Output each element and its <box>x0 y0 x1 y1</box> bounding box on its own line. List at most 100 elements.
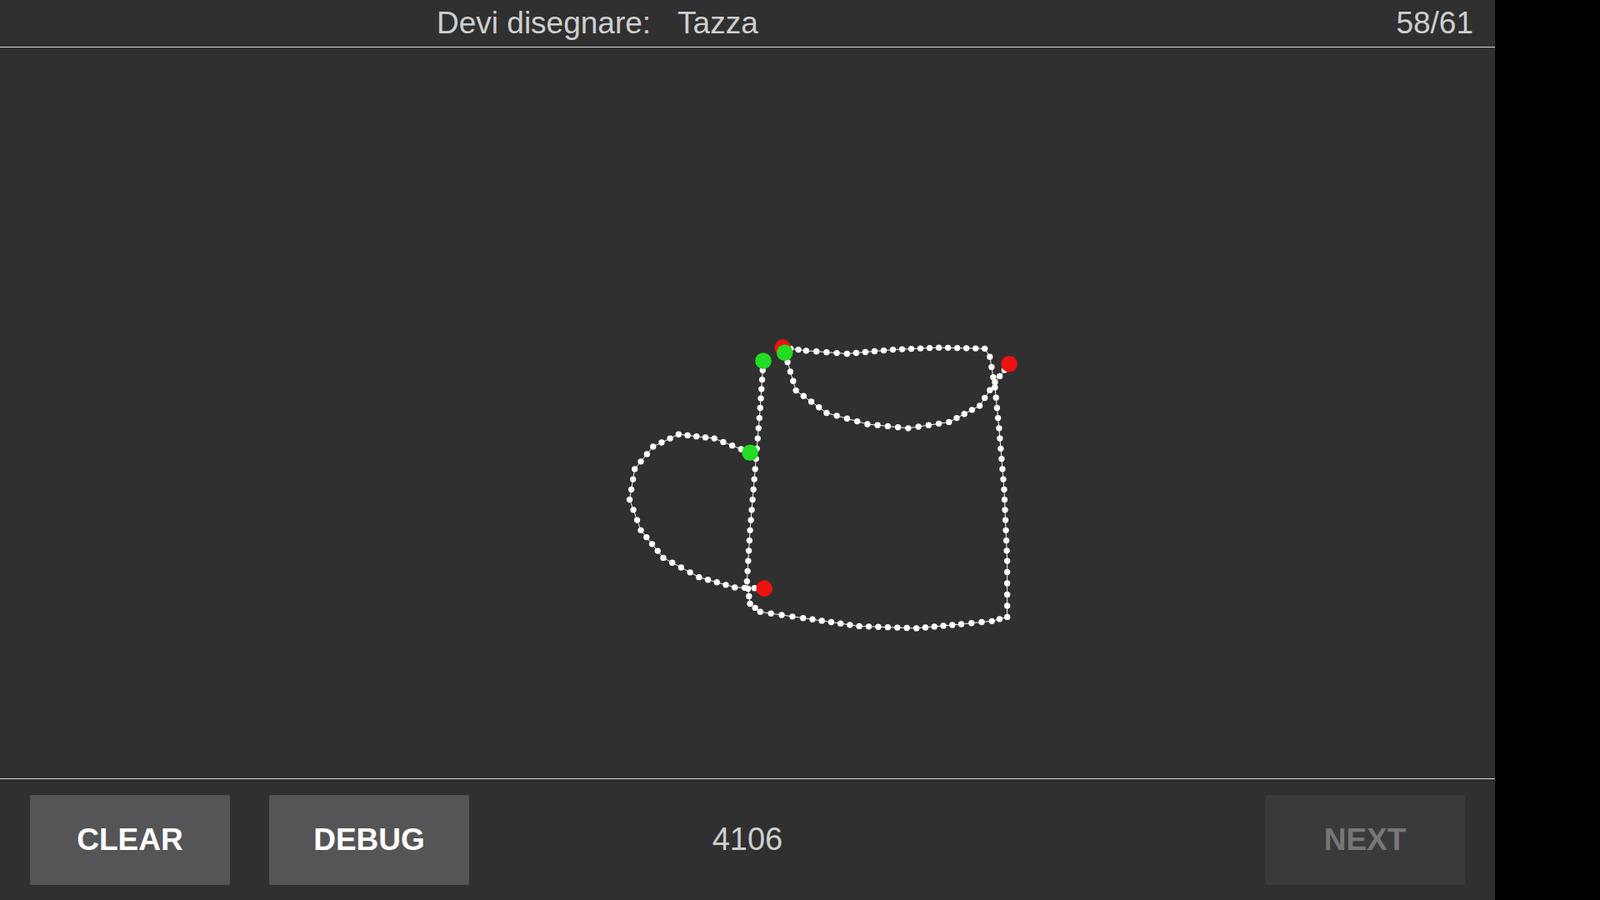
footer-buttons: CLEAR DEBUG <box>30 795 713 885</box>
stroke-dot <box>945 345 951 351</box>
stroke-dot <box>752 605 759 611</box>
stroke-dot <box>996 615 1003 622</box>
stroke-dot <box>809 616 815 623</box>
stroke-dot <box>833 350 840 356</box>
stroke-dot <box>759 376 765 383</box>
stroke-dot <box>844 415 850 422</box>
stroke-dot <box>789 613 795 620</box>
stroke-dot <box>1004 614 1010 620</box>
stroke-dot <box>800 393 807 400</box>
stroke-dot <box>630 506 636 513</box>
stroke-dot <box>705 576 711 583</box>
stroke-dot <box>660 555 666 561</box>
stroke-dot <box>986 353 993 360</box>
drawing <box>0 47 1495 779</box>
stroke-dot <box>746 537 753 544</box>
stroke-dot <box>953 415 960 421</box>
stroke-dot <box>844 350 850 357</box>
stroke-dot <box>675 431 682 438</box>
stroke-dot <box>748 506 755 513</box>
next-button[interactable]: NEXT <box>1265 795 1465 885</box>
stroke-dot <box>954 345 960 351</box>
stroke-dot <box>885 423 891 430</box>
stroke-dot <box>995 415 1001 421</box>
stroke-dot <box>757 395 764 401</box>
stroke-dot <box>855 623 862 630</box>
stroke-dot <box>684 432 690 439</box>
stroke-dot <box>995 425 1002 431</box>
stroke-dot <box>988 364 995 370</box>
stroke-dot <box>1002 516 1009 523</box>
stroke <box>776 344 1018 431</box>
stroke-dot <box>755 435 761 441</box>
stroke-dot <box>750 475 757 482</box>
stroke-dot <box>790 378 796 385</box>
footer-button[interactable]: DEBUG <box>269 795 470 885</box>
stroke-dot <box>1000 475 1006 482</box>
stroke-dot <box>905 425 911 431</box>
stroke <box>744 339 1011 631</box>
footer-right: NEXT <box>782 795 1465 885</box>
stroke-dot <box>752 465 759 472</box>
stroke-dot <box>756 415 763 421</box>
stroke-dot <box>833 412 840 419</box>
stroke-dot <box>935 420 942 427</box>
stroke-dot <box>757 609 764 615</box>
stroke-dot <box>702 434 709 440</box>
stroke-line <box>630 434 765 589</box>
stroke-dot <box>837 620 844 626</box>
stroke-dot <box>828 619 835 625</box>
stroke-dot <box>630 475 636 482</box>
stroke-dot <box>998 455 1005 462</box>
stroke-dot <box>813 348 820 355</box>
stroke-dot <box>1003 547 1010 554</box>
stroke-dot <box>1000 486 1007 493</box>
stroke-dot <box>1004 580 1010 586</box>
stroke-dot <box>634 516 640 523</box>
stroke-dot <box>865 623 872 630</box>
stroke-dot <box>972 345 979 351</box>
stroke-dot <box>899 345 905 352</box>
stroke-dot <box>976 402 983 409</box>
stroke-dot <box>745 547 752 554</box>
stroke-dot <box>917 345 924 351</box>
stroke-dot <box>819 617 825 624</box>
stroke-dot <box>626 496 633 503</box>
footer-button[interactable]: CLEAR <box>30 795 230 885</box>
stroke-dot <box>731 584 738 590</box>
stroke-dot <box>922 624 929 630</box>
stroke-dot <box>1004 569 1010 575</box>
prompt-title: Devi disegnare:Tazza <box>436 5 759 41</box>
stroke-dot <box>1001 506 1008 513</box>
stroke-dot <box>800 615 806 621</box>
side-strip <box>1495 0 1600 900</box>
stroke-dot <box>904 625 910 631</box>
stroke <box>626 431 773 597</box>
stroke-dot <box>996 373 1003 380</box>
stroke-dot <box>1003 537 1010 544</box>
stroke-dot <box>758 385 765 392</box>
stroke-dot <box>650 443 656 450</box>
stroke-dot <box>981 345 988 352</box>
stroke-dot <box>894 624 900 630</box>
stroke-line <box>785 352 1010 429</box>
stroke-dot <box>720 439 726 445</box>
stroke-dot <box>874 422 880 429</box>
footer: CLEARDEBUG4106NEXT <box>0 778 1495 900</box>
stroke-dot <box>1004 591 1010 598</box>
stroke-start-dot <box>755 352 772 370</box>
stroke-dot <box>1001 496 1008 503</box>
prompt-word: Tazza <box>677 5 759 41</box>
stroke-dot <box>803 347 810 354</box>
stroke-dot <box>649 540 655 547</box>
progress-counter: 58/61 <box>1395 5 1474 41</box>
stroke-dot <box>755 425 762 431</box>
stroke-dot <box>792 387 799 394</box>
drawing-canvas[interactable] <box>0 47 1495 779</box>
stroke-dot <box>643 534 650 540</box>
stroke-end-dot <box>755 580 773 597</box>
stroke-dot <box>978 619 985 625</box>
stroke-dot <box>890 346 896 353</box>
stroke-dot <box>963 345 970 351</box>
stroke-dot <box>628 486 635 493</box>
